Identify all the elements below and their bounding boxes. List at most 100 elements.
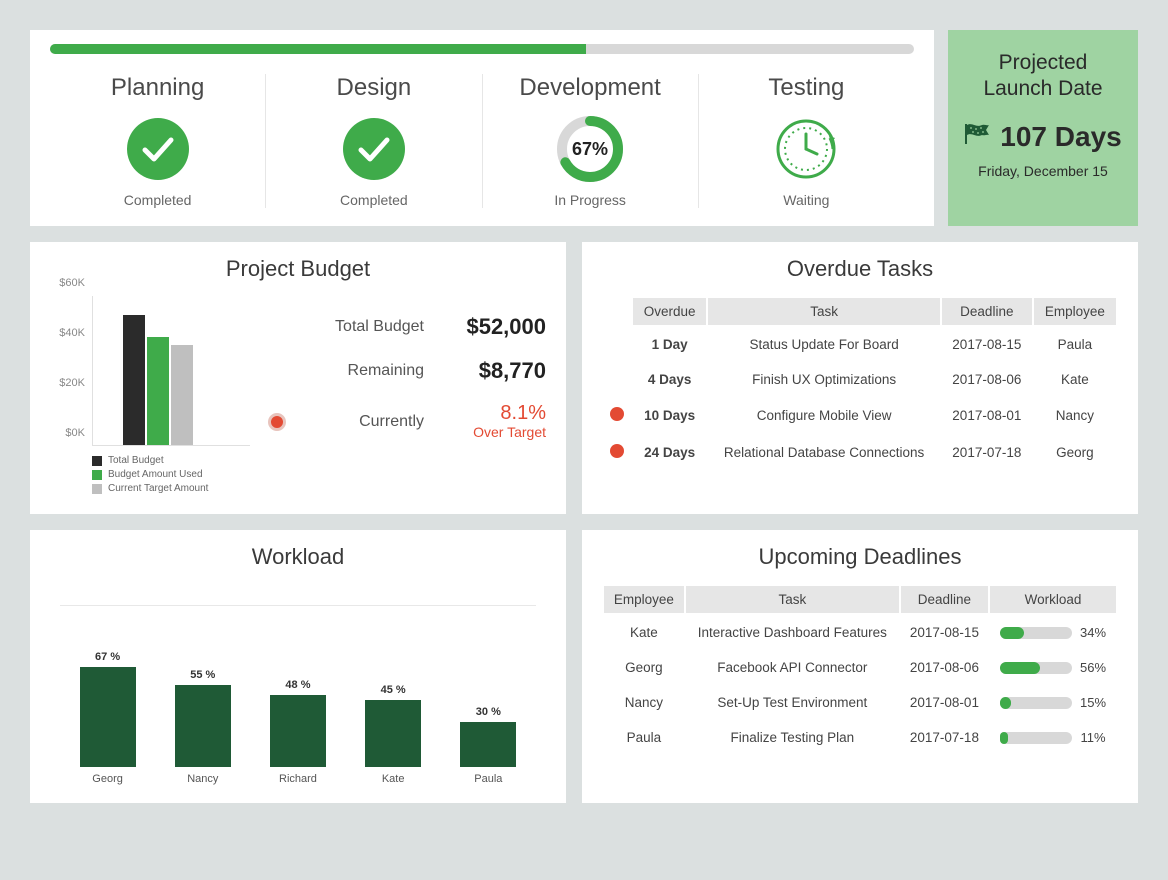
flag-icon [964,122,992,151]
phase-testing: Testing Waiting [698,74,914,208]
table-row: Nancy Set-Up Test Environment 2017-08-01… [603,685,1117,720]
phases-progress [50,44,914,54]
budget-title: Project Budget [50,256,546,282]
workload-value: 30 % [448,706,528,718]
workload-bar: 45 % Kate [353,684,433,786]
overdue-employee: Nancy [1033,397,1117,434]
legend-label: Total Budget [108,454,164,468]
upcoming-task: Set-Up Test Environment [685,685,900,720]
bar [460,722,516,767]
phase-status: Completed [274,192,473,208]
legend-label: Current Target Amount [108,482,208,496]
workload-pill-fill [1000,697,1011,709]
upcoming-workload: 56% [989,650,1117,685]
upcoming-workload: 11% [989,720,1117,755]
workload-pill-fill [1000,732,1008,744]
workload-pill-fill [1000,627,1024,639]
overdue-card: Overdue Tasks OverdueTaskDeadlineEmploye… [582,242,1138,514]
overdue-employee: Georg [1033,434,1117,471]
upcoming-task: Facebook API Connector [685,650,900,685]
phase-development: Development 67% In Progress [482,74,698,208]
workload-pct: 15% [1080,695,1106,710]
upcoming-table: EmployeeTaskDeadlineWorkload Kate Intera… [602,584,1118,755]
ring-icon: 67% [491,114,690,184]
upcoming-deadline: 2017-08-01 [900,685,989,720]
phases-progress-fill [50,44,586,54]
phases-list: Planning Completed Design Completed Deve… [50,74,914,208]
phase-planning: Planning Completed [50,74,265,208]
overdue-header: Task [707,297,941,326]
upcoming-header: Task [685,585,900,614]
legend-swatch [92,470,102,480]
overdue-header: Employee [1033,297,1117,326]
over-target-dot-icon [268,413,286,431]
upcoming-header: Employee [603,585,685,614]
table-row: 1 Day Status Update For Board 2017-08-15… [602,326,1117,362]
launch-title-line2: Launch Date [983,77,1102,100]
workload-value: 48 % [258,679,338,691]
workload-pill-fill [1000,662,1040,674]
dashboard: Planning Completed Design Completed Deve… [30,30,1138,803]
overdue-deadline: 2017-07-18 [941,434,1033,471]
workload-bar: 48 % Richard [258,679,338,785]
workload-pct: 56% [1080,660,1106,675]
table-row: 4 Days Finish UX Optimizations 2017-08-0… [602,362,1117,397]
upcoming-employee: Paula [603,720,685,755]
upcoming-employee: Georg [603,650,685,685]
legend-label: Budget Amount Used [108,468,203,482]
launch-title-line1: Projected [999,51,1088,74]
workload-pill [1000,627,1072,639]
workload-name: Georg [68,773,148,785]
overdue-task: Relational Database Connections [707,434,941,471]
overdue-header: Deadline [941,297,1033,326]
upcoming-header: Deadline [900,585,989,614]
bar [365,700,421,768]
budget-card: Project Budget $0K$20K$40K$60K Total Bud… [30,242,566,514]
legend-swatch [92,484,102,494]
workload-chart: 67 % Georg 55 % Nancy 48 % Richard 45 % … [60,605,536,785]
phase-design: Design Completed [265,74,481,208]
legend-item: Current Target Amount [92,482,250,496]
overdue-deadline: 2017-08-01 [941,397,1033,434]
upcoming-title: Upcoming Deadlines [602,544,1118,570]
workload-value: 55 % [163,669,243,681]
overdue-days: 24 Days [632,434,707,471]
overdue-deadline: 2017-08-06 [941,362,1033,397]
legend-item: Total Budget [92,454,250,468]
bar [80,667,136,768]
workload-pct: 34% [1080,625,1106,640]
legend-item: Budget Amount Used [92,468,250,482]
budget-bar [123,315,145,445]
upcoming-employee: Kate [603,614,685,650]
table-row: 10 Days Configure Mobile View 2017-08-01… [602,397,1117,434]
alert-dot-icon [610,444,624,458]
table-row: Paula Finalize Testing Plan 2017-07-18 1… [603,720,1117,755]
bar [270,695,326,767]
workload-title: Workload [50,544,546,570]
launch-days: 107 Days [1000,121,1121,153]
workload-name: Nancy [163,773,243,785]
phase-status: In Progress [491,192,690,208]
workload-bar: 30 % Paula [448,706,528,785]
row-2: Project Budget $0K$20K$40K$60K Total Bud… [30,242,1138,514]
launch-date: Friday, December 15 [958,163,1128,179]
phase-title: Development [491,74,690,102]
launch-days-row: 107 Days [958,121,1128,153]
clock-icon [707,114,906,184]
check-icon [274,114,473,184]
remaining-value: $8,770 [436,358,546,384]
upcoming-workload: 34% [989,614,1117,650]
overdue-days: 10 Days [632,397,707,434]
overdue-title: Overdue Tasks [602,256,1118,282]
overdue-days: 1 Day [632,326,707,362]
remaining-label: Remaining [268,362,424,380]
check-icon [58,114,257,184]
upcoming-workload: 15% [989,685,1117,720]
upcoming-deadline: 2017-08-15 [900,614,989,650]
workload-bar: 55 % Nancy [163,669,243,786]
workload-value: 45 % [353,684,433,696]
overdue-task: Configure Mobile View [707,397,941,434]
workload-name: Paula [448,773,528,785]
total-budget-label: Total Budget [268,318,424,336]
table-row: Kate Interactive Dashboard Features 2017… [603,614,1117,650]
